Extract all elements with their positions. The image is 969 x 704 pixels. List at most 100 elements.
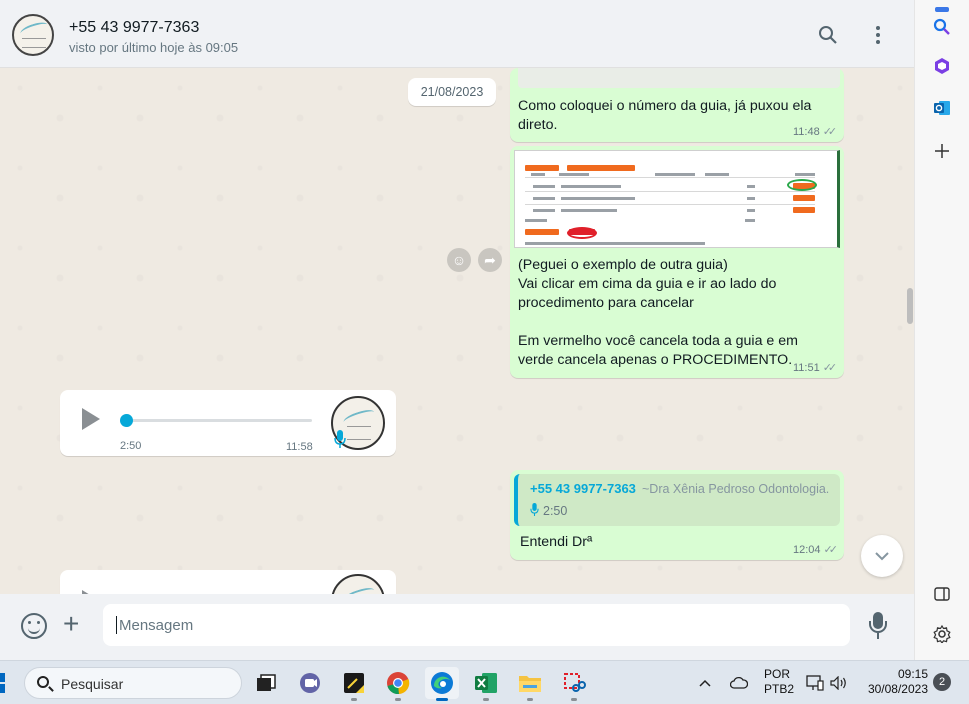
teams-chat-icon[interactable] — [293, 667, 327, 699]
chrome-icon[interactable] — [381, 667, 415, 701]
message-bubble-incoming-audio[interactable]: 2:50 11:58 — [60, 390, 396, 456]
running-indicator — [395, 698, 401, 701]
running-indicator — [351, 698, 357, 701]
file-explorer-icon[interactable] — [513, 667, 547, 701]
voice-record-icon[interactable] — [868, 612, 888, 640]
clock-time: 09:15 — [897, 667, 928, 681]
sticky-notes-icon[interactable] — [337, 667, 371, 701]
date-separator: 21/08/2023 — [408, 78, 496, 106]
audio-progress-knob[interactable] — [120, 414, 133, 427]
audio-progress-track[interactable] — [126, 419, 312, 422]
logo-swoosh — [19, 19, 49, 39]
task-view-icon[interactable] — [249, 667, 283, 699]
thumb-orange-button — [525, 165, 559, 171]
message-bubble-outgoing[interactable]: Como coloquei o número da guia, já puxou… — [510, 68, 844, 142]
logo-text-lines — [347, 426, 371, 440]
contact-avatar[interactable] — [12, 14, 54, 56]
image-attachment[interactable] — [514, 150, 840, 248]
sidebar-toggle-icon[interactable] — [932, 584, 952, 604]
message-timestamp: 11:48 ✓✓ — [793, 125, 837, 139]
thumb-row-line — [525, 204, 815, 205]
thumb-cancel-button — [793, 207, 815, 213]
language-code: POR — [764, 667, 791, 681]
double-check-icon: ✓✓ — [822, 362, 838, 374]
thumb-text — [655, 173, 695, 176]
taskbar-search-box[interactable]: Pesquisar — [24, 667, 242, 699]
message-input[interactable] — [103, 604, 850, 646]
chat-window: +55 43 9977-7363 visto por último hoje à… — [0, 0, 914, 660]
volume-icon[interactable] — [826, 667, 852, 699]
search-sidebar-icon[interactable] — [932, 17, 952, 37]
forward-icon[interactable]: ➦ — [478, 248, 502, 272]
double-check-icon: ✓✓ — [823, 544, 839, 556]
thumb-legend — [525, 242, 705, 245]
office-icon[interactable] — [932, 56, 952, 76]
search-icon[interactable] — [817, 24, 839, 46]
play-icon[interactable] — [82, 408, 100, 430]
message-text: Entendi Drª — [520, 534, 593, 550]
logo-swoosh — [342, 407, 376, 427]
running-indicator — [483, 698, 489, 701]
windows-start-icon[interactable] — [0, 673, 10, 693]
outlook-icon[interactable] — [932, 98, 952, 118]
scroll-to-bottom-button[interactable] — [861, 535, 903, 577]
active-indicator — [436, 698, 448, 701]
add-icon[interactable] — [932, 141, 952, 161]
clock-date: 30/08/2023 — [867, 682, 928, 696]
message-timestamp: 11:51 ✓✓ — [793, 361, 838, 375]
thumb-text — [745, 219, 755, 222]
thumb-text — [559, 173, 589, 176]
edge-icon[interactable] — [425, 667, 459, 701]
attach-plus-icon[interactable]: + — [63, 610, 79, 638]
running-indicator — [571, 698, 577, 701]
browser-sidebar — [914, 0, 969, 660]
thumb-text — [533, 185, 555, 188]
message-bubble-outgoing-image[interactable]: (Peguei o exemplo de outra guia) Vai cli… — [510, 146, 844, 378]
system-clock[interactable]: 09:15 30/08/2023 — [862, 667, 928, 697]
thumb-text — [561, 197, 635, 200]
message-time: 11:58 — [286, 441, 313, 453]
message-bubble-incoming-audio[interactable] — [60, 570, 396, 594]
mic-icon — [530, 503, 539, 519]
message-list[interactable]: 21/08/2023 Como coloquei o número da gui… — [0, 68, 914, 594]
thumb-red-highlight — [567, 227, 597, 239]
thumb-text — [705, 173, 729, 176]
thumb-text — [533, 209, 555, 212]
logo-text-lines — [22, 38, 46, 48]
input-language[interactable]: POR PTB2 — [764, 667, 794, 697]
message-time: 11:51 — [793, 361, 820, 374]
emoji-icon[interactable] — [21, 613, 47, 639]
sender-avatar — [331, 574, 385, 594]
quoted-message[interactable]: +55 43 9977-7363 ~Dra Xênia Pedroso Odon… — [514, 474, 840, 526]
thumb-orange-button — [567, 165, 635, 171]
message-time: 12:04 — [793, 543, 821, 556]
chevron-up-icon[interactable] — [690, 667, 720, 699]
display-network-icon[interactable] — [802, 667, 828, 699]
notification-badge[interactable]: 2 — [933, 673, 951, 691]
excel-icon[interactable] — [469, 667, 503, 701]
emoji-reaction-icon[interactable]: ☺ — [447, 248, 471, 272]
windows-taskbar: Pesquisar POR PTB2 09:15 30/08/2023 2 — [0, 660, 969, 704]
search-icon — [37, 676, 49, 688]
message-timestamp: 12:04 ✓✓ — [793, 543, 839, 557]
menu-kebab-icon[interactable] — [867, 24, 889, 46]
settings-gear-icon[interactable] — [932, 624, 952, 644]
running-indicator — [527, 698, 533, 701]
message-bubble-outgoing-reply[interactable]: +55 43 9977-7363 ~Dra Xênia Pedroso Odon… — [510, 470, 844, 560]
thumb-text — [525, 219, 547, 222]
message-text: (Peguei o exemplo de outra guia) Vai cli… — [518, 257, 798, 368]
thumb-cancel-button — [793, 195, 815, 201]
mic-arc — [869, 621, 887, 633]
onedrive-cloud-icon[interactable] — [724, 667, 754, 699]
thumb-text — [747, 185, 755, 188]
compose-bar: + — [0, 594, 914, 660]
thumb-row-line — [525, 191, 815, 192]
text-caret — [116, 616, 117, 634]
snipping-tool-icon[interactable] — [557, 667, 591, 701]
thumb-green-highlight — [787, 179, 817, 191]
chat-header[interactable]: +55 43 9977-7363 visto por último hoje à… — [0, 0, 914, 68]
quoted-audio-duration: 2:50 — [543, 504, 568, 518]
mic-icon — [334, 430, 348, 448]
contact-name[interactable]: +55 43 9977-7363 — [69, 19, 199, 37]
scrollbar-thumb[interactable] — [907, 288, 913, 324]
